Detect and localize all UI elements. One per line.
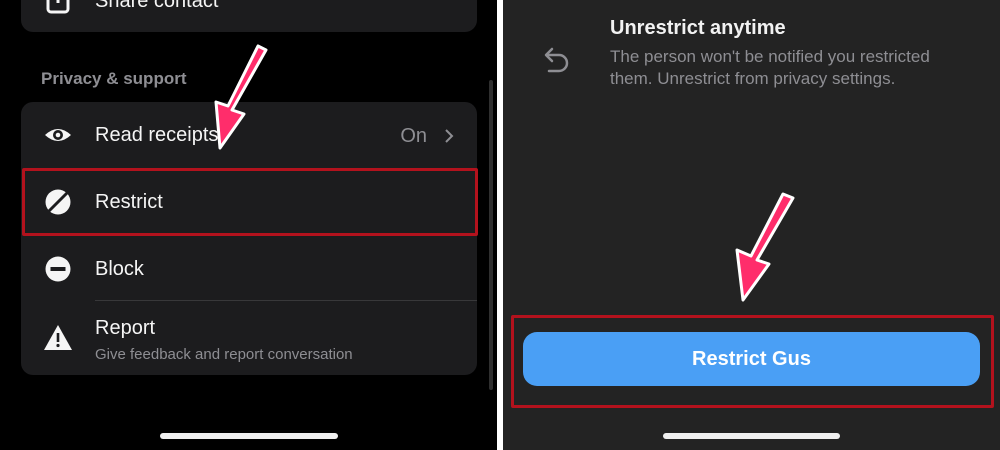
- share-icon: [46, 0, 70, 14]
- unrestrict-title: Unrestrict anytime: [610, 17, 786, 39]
- eye-icon: [45, 129, 71, 141]
- share-contact-label: Share contact: [95, 0, 219, 12]
- read-receipts-value: On: [400, 125, 427, 147]
- undo-icon: [544, 47, 569, 73]
- home-indicator[interactable]: [160, 433, 338, 439]
- block-label: Block: [95, 258, 144, 280]
- pointer-arrow-icon: [214, 44, 268, 150]
- share-contact-row[interactable]: Share contact: [21, 0, 477, 32]
- share-contact-card: Share contact: [21, 0, 477, 32]
- report-row[interactable]: Report Give feedback and report conversa…: [21, 301, 477, 375]
- home-indicator[interactable]: [663, 433, 840, 439]
- block-row[interactable]: Block: [21, 235, 477, 302]
- unrestrict-description: The person won't be notified you restric…: [610, 47, 930, 88]
- report-subtitle: Give feedback and report conversation: [95, 346, 353, 363]
- restrict-highlight-box: [22, 168, 478, 236]
- report-label: Report: [95, 317, 156, 339]
- restrict-user-button[interactable]: Restrict Gus: [523, 332, 980, 386]
- scrollbar[interactable]: [489, 80, 493, 390]
- left-screenshot: Share contact Privacy & support Read rec…: [0, 0, 497, 450]
- section-title: Privacy & support: [41, 69, 187, 88]
- right-screenshot: Unrestrict anytime The person won't be n…: [503, 0, 1000, 450]
- chevron-right-icon: [445, 129, 454, 143]
- block-icon: [45, 256, 71, 282]
- pointer-arrow-icon: [735, 192, 795, 302]
- warning-icon: [44, 325, 72, 350]
